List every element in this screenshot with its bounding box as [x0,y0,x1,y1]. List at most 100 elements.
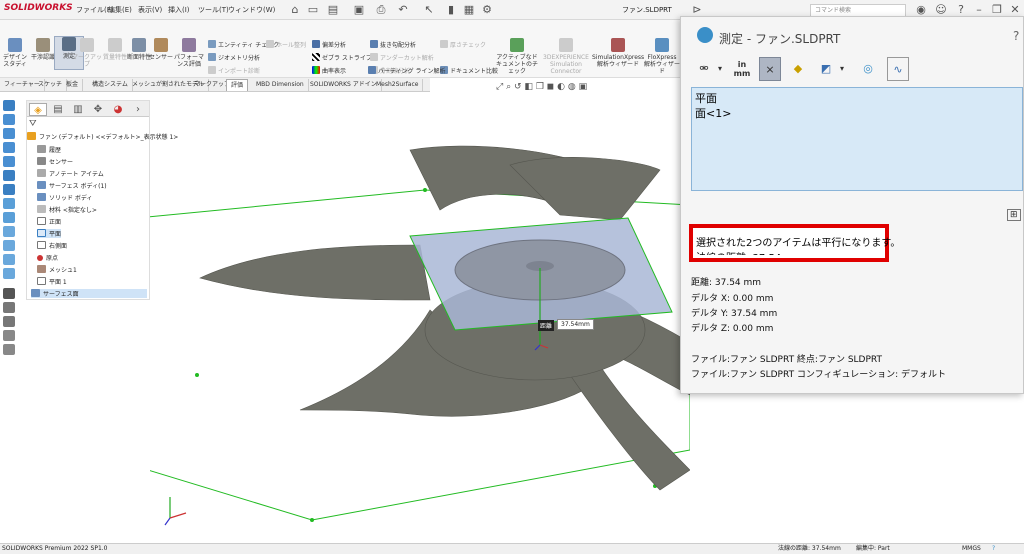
menu-tools[interactable]: ツール(T) [198,5,229,15]
tree-item-annotations[interactable]: アノテート アイテム [37,169,104,178]
tree-item-front-plane[interactable]: 正面 [37,217,61,226]
floxpress-button[interactable]: FloXpress 解析ウィザード [644,38,680,75]
units-precision-button[interactable]: in mm [731,57,753,81]
view-orientation-icon[interactable]: ❒ [536,82,544,92]
home-icon[interactable]: ⌂ [288,3,302,17]
previous-view-icon[interactable]: ↺ [514,82,522,92]
sweep-icon[interactable] [3,142,15,153]
parting-line-item[interactable]: パーティング ライン解析 [368,66,446,75]
dropdown-arrow-icon[interactable]: ▾ [715,57,725,81]
dropdown-arrow-icon[interactable]: ▾ [837,57,847,81]
plane-handle[interactable] [423,188,427,192]
tab-structure-system[interactable]: 構造システム [88,79,133,91]
tree-item-sensors[interactable]: センサー [37,157,73,166]
rebuild-icon[interactable]: ▦ [462,3,476,17]
restore-icon[interactable]: ❐ [990,3,1004,17]
traffic-light-icon[interactable]: ▮ [444,3,458,17]
status-units[interactable]: MMGS [962,544,981,554]
mirror-icon[interactable] [3,268,15,279]
fillet-icon[interactable] [3,170,15,181]
selection-list[interactable]: 平面 面<1> [691,87,1023,191]
selection-item[interactable]: 平面 [695,90,717,106]
tree-item-right-plane[interactable]: 右側面 [37,241,67,250]
hide-show-icon[interactable]: ◐ [557,82,565,92]
selection-item[interactable]: 面<1> [695,105,731,121]
configuration-tab-icon[interactable]: ▥ [69,103,87,116]
open-icon[interactable]: ▤ [326,3,340,17]
zebra-stripes-item[interactable]: ゼブラ ストライプ [312,53,372,62]
tree-item-surface-face[interactable]: サーフェス面 [31,289,147,298]
scene-icon[interactable]: ▣ [579,82,588,92]
tab-addins[interactable]: SOLIDWORKS アドイン [306,79,382,91]
zoom-fit-icon[interactable]: ⤢ [496,82,503,92]
chamfer-icon[interactable] [3,184,15,195]
help-icon[interactable]: ? [1013,29,1019,43]
rib-icon[interactable] [3,226,15,237]
plane-handle[interactable] [195,373,199,377]
appearance-icon[interactable]: ◍ [568,82,576,92]
graphics-area[interactable] [150,92,690,542]
section-view-icon[interactable]: ◧ [524,82,533,92]
display-manager-tab-icon[interactable]: ◕ [109,103,127,116]
camera-icon[interactable]: ◉ [914,3,928,17]
shell-icon[interactable] [3,198,15,209]
tree-item-origin[interactable]: 原点 [37,253,58,262]
3dx-simulation-connector-button[interactable]: 3DEXPERIENCE Simulation Connector [542,38,590,75]
undo-icon[interactable]: ↶ [396,3,410,17]
options-icon[interactable]: ⚙ [480,3,494,17]
loft-icon[interactable] [3,156,15,167]
wrap-icon[interactable] [3,240,15,251]
new-document-icon[interactable]: ▭ [306,3,320,17]
save-icon[interactable]: ▣ [352,3,366,17]
extrude-icon[interactable] [3,114,15,125]
status-help-icon[interactable]: ? [992,544,995,554]
xyz-delta-icon[interactable]: ⨯ [759,57,781,81]
projection-icon[interactable]: ◩ [815,57,837,81]
import-diagnostics-item[interactable]: インポート診断 [208,66,260,75]
zoom-area-icon[interactable]: ⌕ [506,82,511,92]
menu-insert[interactable]: 挿入(I) [168,5,190,15]
fan-model[interactable] [199,145,690,491]
close-icon[interactable]: ✕ [1008,3,1022,17]
arc-circle-measure-icon[interactable]: ⚮ [693,57,715,81]
hole-alignment-item[interactable]: ホール整列 [266,40,306,49]
reference-geometry-icon[interactable] [3,316,15,327]
create-sensor-icon[interactable]: ∿ [887,57,909,81]
dimxpert-tab-icon[interactable]: ✥ [89,103,107,116]
user-icon[interactable]: ☺ [934,3,948,17]
check-active-document-button[interactable]: アクティブなドキュメントのチェック [496,38,538,75]
document-compare-item[interactable]: ドキュメント比較 [440,66,498,75]
point-to-point-icon[interactable]: ◆ [787,57,809,81]
geometry-analysis-item[interactable]: ジオメトリ分析 [208,53,260,62]
tree-item-material[interactable]: 材料 <指定なし> [37,205,97,214]
instant3d-icon[interactable] [3,330,15,341]
performance-evaluation-button[interactable]: パフォーマンス評価 [172,38,206,68]
plane-handle[interactable] [310,518,314,522]
revolve-icon[interactable] [3,128,15,139]
filter-icon[interactable]: ⛛ [29,119,37,129]
minimize-icon[interactable]: – [972,3,986,17]
tree-item-solid-bodies[interactable]: ソリッド ボディ [37,193,93,202]
tree-item-history[interactable]: 履歴 [37,145,61,154]
menu-edit[interactable]: 編集(E) [108,5,132,15]
tree-item-plane1[interactable]: 平面 1 [37,277,67,286]
display-style-icon[interactable]: ◼ [547,82,554,92]
tab-sheet-metal[interactable]: 板金 [62,79,84,91]
pin-icon[interactable]: ⊳ [690,3,704,17]
measurement-history-icon[interactable]: ◎ [857,57,879,81]
tab-evaluate[interactable]: 評価 [226,79,249,91]
heads-up-view-toolbar[interactable]: ⤢ ⌕ ↺ ◧ ❒ ◼ ◐ ◍ ▣ [496,82,587,92]
menu-view[interactable]: 表示(V) [138,5,162,15]
feature-icon[interactable] [3,100,15,111]
thickness-check-item[interactable]: 厚さチェック [440,40,486,49]
undercut-analysis-item[interactable]: アンダーカット解析 [370,53,434,62]
simulationxpress-button[interactable]: SimulationXpress 解析ウィザード [592,38,644,68]
deviation-analysis-item[interactable]: 偏差分析 [312,40,346,49]
curvature-item[interactable]: 曲率表示 [312,66,346,75]
surface-icon[interactable] [3,288,15,299]
help-icon[interactable]: ? [954,3,968,17]
tree-item-top-plane[interactable]: 平面 [37,229,62,238]
feature-tree-tab-icon[interactable]: ◈ [29,103,47,116]
curve-icon[interactable] [3,302,15,313]
tab-mbd-dimension[interactable]: MBD Dimension [252,79,309,91]
